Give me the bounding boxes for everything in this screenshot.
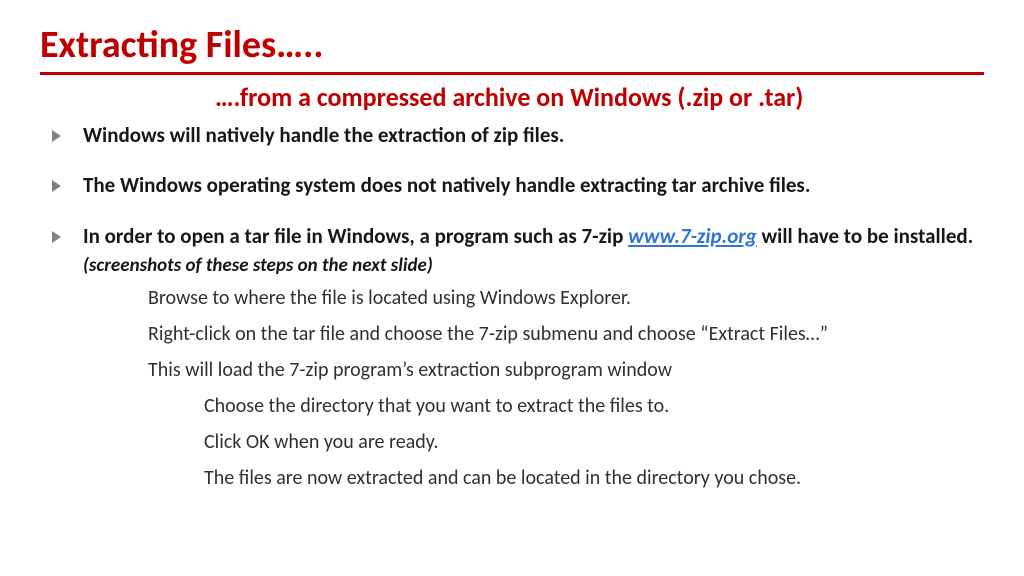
bullet-2: The Windows operating system does not na…	[40, 171, 984, 199]
sub-sub-list: Choose the directory that you want to ex…	[148, 393, 984, 491]
bullet-3-pre: In order to open a tar file in Windows, …	[83, 223, 628, 249]
bullet-3-post: will have to be installed.	[757, 223, 974, 249]
bullet-3-note: (screenshots of these steps on the next …	[83, 254, 433, 277]
slide-title: Extracting Files…..	[40, 22, 984, 68]
sub-item-2: Right-click on the tar file and choose t…	[148, 321, 984, 347]
bullet-3: In order to open a tar file in Windows, …	[40, 222, 984, 279]
chevron-right-icon	[52, 180, 61, 192]
bullet-1-text: Windows will natively handle the extract…	[83, 121, 564, 149]
sub-sub-item-2: Click OK when you are ready.	[204, 429, 984, 455]
bullet-2-text: The Windows operating system does not na…	[83, 171, 810, 199]
chevron-right-icon	[52, 130, 61, 142]
sub-sub-item-3: The files are now extracted and can be l…	[204, 465, 984, 491]
slide-subtitle: ….from a compressed archive on Windows (…	[40, 81, 984, 113]
chevron-right-icon	[52, 231, 61, 243]
sub-item-1: Browse to where the file is located usin…	[148, 285, 984, 311]
sub-sub-item-1: Choose the directory that you want to ex…	[204, 393, 984, 419]
slide: Extracting Files….. ….from a compressed …	[0, 0, 1024, 521]
bullet-3-text: In order to open a tar file in Windows, …	[83, 222, 984, 279]
title-rule	[40, 72, 984, 75]
bullet-1: Windows will natively handle the extract…	[40, 121, 984, 149]
sub-item-3: This will load the 7-zip program’s extra…	[148, 357, 984, 383]
seven-zip-link[interactable]: www.7-zip.org	[628, 223, 757, 249]
sub-list: Browse to where the file is located usin…	[40, 285, 984, 491]
